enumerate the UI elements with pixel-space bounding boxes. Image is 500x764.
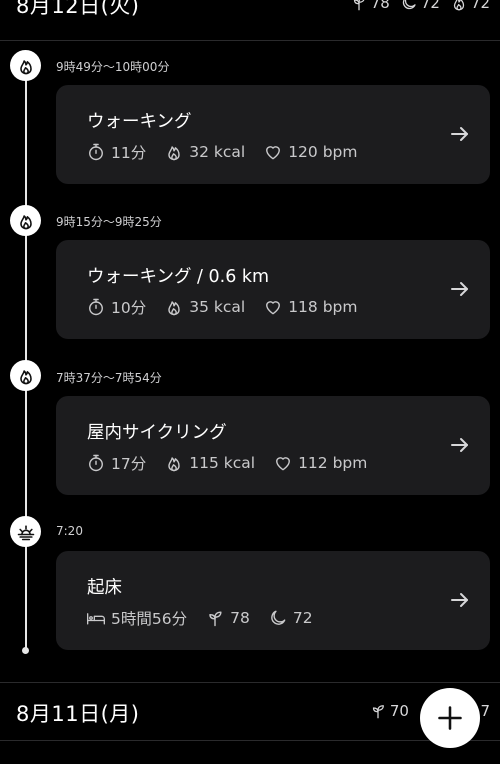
flame-icon [10,360,41,391]
heart-icon [266,301,281,315]
stat-sprout: 78 [350,0,390,12]
stat-sprout: 70 [369,702,409,720]
card-metrics: 11分 32 kcal 120 bpm [86,141,357,163]
metric-sleep-duration: 5時間56分 [86,607,187,629]
moon-icon [402,0,416,10]
metric-value: 112 bpm [298,454,368,472]
day-stats: 78 72 72 [350,0,490,12]
metric-calories: 32 kcal [164,141,245,163]
metric-calories: 115 kcal [164,452,255,474]
metric-value: 120 bpm [288,143,358,161]
heart-icon [276,457,291,471]
metric-moon: 72 [268,607,313,629]
metric-heart-rate: 118 bpm [263,296,357,318]
divider [0,40,500,41]
day-date: 8月11日(月) [16,702,140,726]
activity-card-walking[interactable]: ウォーキング 11分 32 kcal 120 bpm [56,85,490,184]
wake-up-card[interactable]: 起床 5時間56分 78 72 [56,551,490,650]
metric-duration: 11分 [86,141,146,163]
sprout-icon [209,611,222,627]
arrow-right-icon[interactable] [448,433,472,457]
card-title: ウォーキング / 0.6 km [87,267,270,287]
metric-value: 115 kcal [189,454,256,472]
metric-value: 10分 [111,299,147,317]
stat-moon: 72 [400,0,440,12]
stat-flame: 72 [450,0,490,12]
flame-icon [10,205,41,236]
metric-value: 35 kcal [189,298,246,316]
metric-value: 5時間56分 [111,610,188,628]
card-metrics: 5時間56分 78 72 [86,607,313,629]
flame-icon [10,50,41,81]
entry-time: 7時37分〜7時54分 [56,371,162,385]
metric-sprout: 78 [205,607,250,629]
card-title: ウォーキング [87,112,192,132]
plus-icon [438,706,462,730]
card-metrics: 10分 35 kcal 118 bpm [86,296,357,318]
stopwatch-icon [89,454,103,472]
metric-heart-rate: 112 bpm [273,452,367,474]
entry-time: 9時49分〜10時00分 [56,60,170,74]
metric-value: 32 kcal [189,143,246,161]
entry-time: 9時15分〜9時25分 [56,215,162,229]
stat-value: 72 [470,0,490,12]
timeline-end-dot [22,647,29,654]
bed-icon [87,613,106,625]
metric-value: 78 [230,609,250,627]
timeline-line [25,60,27,650]
moon-icon [270,610,286,625]
metric-duration: 17分 [86,452,146,474]
stopwatch-icon [89,143,103,161]
metric-value: 17分 [111,455,147,473]
card-title: 起床 [87,578,122,598]
heart-icon [266,146,281,160]
stat-value: 7 [480,702,490,720]
flame-icon [168,457,180,472]
stopwatch-icon [89,298,103,316]
add-button[interactable] [420,688,480,748]
arrow-right-icon[interactable] [448,588,472,612]
metric-calories: 35 kcal [164,296,245,318]
sprout-icon [372,705,384,719]
metric-value: 72 [292,609,313,627]
entry-time: 7:20 [56,524,83,538]
metric-value: 118 bpm [288,298,358,316]
sprout-icon [353,0,365,11]
stat-value: 78 [370,0,390,12]
metric-value: 11分 [111,144,147,162]
day-header: 8月12日(火) 78 72 72 [0,0,500,22]
card-title: 屋内サイクリング [87,423,227,443]
metric-heart-rate: 120 bpm [263,141,357,163]
flame-icon [453,0,465,11]
activity-card-walking-distance[interactable]: ウォーキング / 0.6 km 10分 35 kcal 118 bpm [56,240,490,339]
sunrise-icon [10,516,41,547]
activity-card-cycling[interactable]: 屋内サイクリング 17分 115 kcal 112 bpm [56,396,490,495]
arrow-right-icon[interactable] [448,277,472,301]
flame-icon [168,301,180,316]
stat-value: 72 [420,0,440,12]
card-metrics: 17分 115 kcal 112 bpm [86,452,367,474]
divider [0,740,500,741]
day-date: 8月12日(火) [16,0,140,18]
arrow-right-icon[interactable] [448,122,472,146]
metric-duration: 10分 [86,296,146,318]
stat-value: 70 [389,702,409,720]
divider [0,682,500,683]
flame-icon [168,146,180,161]
